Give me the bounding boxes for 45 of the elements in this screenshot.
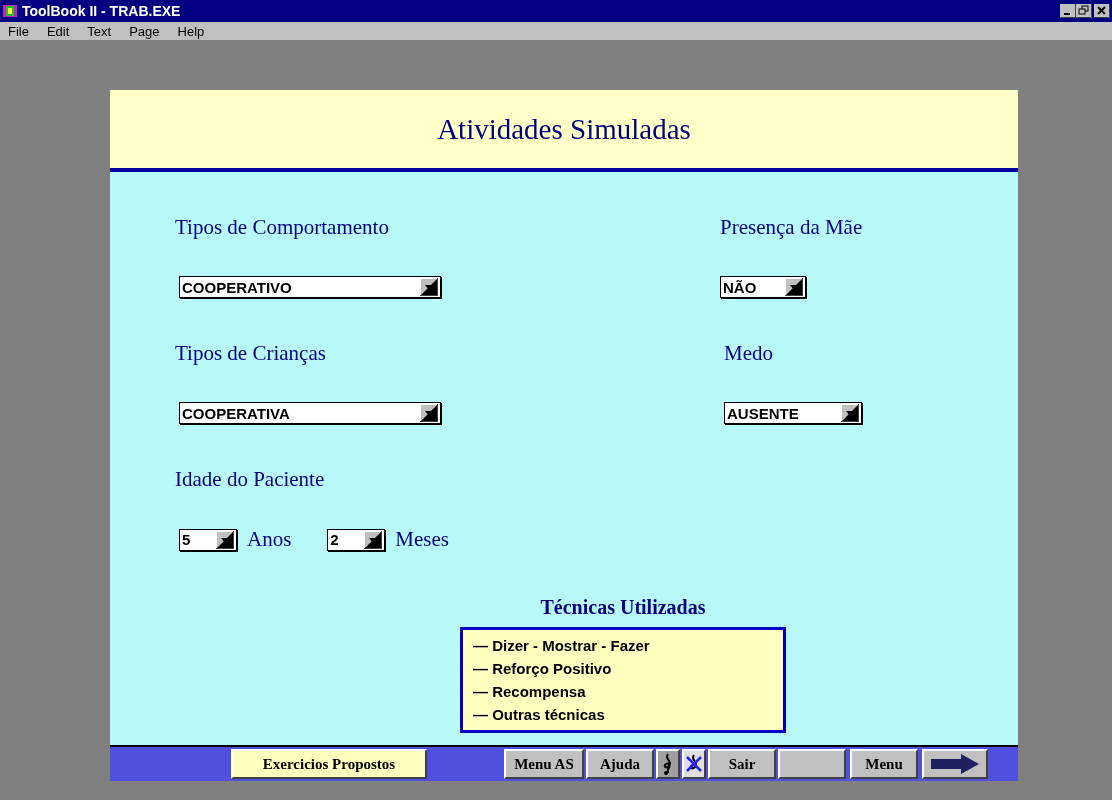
menu-item[interactable]: File bbox=[4, 23, 37, 39]
dropdown[interactable]: NÃO bbox=[720, 276, 806, 298]
dropdown[interactable]: 5 bbox=[179, 528, 237, 551]
field-label: Tipos de Comportamento bbox=[175, 214, 389, 241]
toolbar-button[interactable]: Menu AS bbox=[504, 749, 584, 779]
unit-label: Meses bbox=[395, 527, 449, 552]
exercises-button[interactable]: Exercicios Propostos bbox=[231, 749, 427, 779]
dropdown-arrow-icon[interactable] bbox=[216, 530, 234, 549]
section-title: Técnicas Utilizadas bbox=[540, 596, 706, 619]
dropdown[interactable]: AUSENTE bbox=[724, 402, 862, 424]
dropdown-arrow-icon[interactable] bbox=[364, 530, 383, 549]
dropdown[interactable]: 2 bbox=[327, 528, 386, 551]
menu-item[interactable]: Page bbox=[125, 23, 168, 39]
blank-button[interactable] bbox=[778, 749, 846, 779]
technique-item: — Recompensa bbox=[473, 682, 587, 702]
dropdown-arrow-icon[interactable] bbox=[420, 404, 438, 422]
sound-off-button[interactable] bbox=[682, 749, 706, 779]
page-title: Atividades Simuladas bbox=[437, 112, 691, 146]
app-icon bbox=[2, 3, 18, 19]
menu-item[interactable]: Text bbox=[83, 23, 120, 39]
dropdown-arrow-icon[interactable] bbox=[841, 404, 859, 422]
music-button[interactable] bbox=[656, 749, 680, 779]
toolbar-button[interactable]: Sair bbox=[708, 749, 776, 779]
dropdown-arrow-icon[interactable] bbox=[420, 278, 438, 296]
toolbar-button[interactable]: Menu bbox=[850, 749, 918, 779]
dropdown[interactable]: COOPERATIVA bbox=[179, 402, 441, 424]
technique-item: — Reforço Positivo bbox=[473, 659, 613, 679]
dropdown[interactable]: COOPERATIVO bbox=[179, 276, 441, 298]
window-title: ToolBook II - TRAB.EXE bbox=[22, 3, 181, 19]
unit-label: Anos bbox=[247, 527, 292, 552]
technique-item: — Outras técnicas bbox=[473, 705, 606, 725]
field-label: Tipos de Crianças bbox=[175, 340, 326, 367]
menu-item[interactable]: Edit bbox=[42, 23, 78, 39]
technique-item: — Dizer - Mostrar - Fazer bbox=[473, 636, 651, 656]
field-label: Presença da Mãe bbox=[720, 214, 863, 241]
next-button[interactable] bbox=[922, 749, 988, 779]
field-label: Idade do Paciente bbox=[175, 466, 325, 493]
minimize-icon[interactable] bbox=[1060, 4, 1076, 18]
right-arrow-icon bbox=[931, 754, 979, 774]
toolbar-button[interactable]: Ajuda bbox=[586, 749, 654, 779]
field-label: Medo bbox=[724, 340, 773, 367]
restore-icon[interactable] bbox=[1076, 4, 1092, 18]
dropdown-arrow-icon[interactable] bbox=[785, 278, 803, 296]
menu-item[interactable]: Help bbox=[173, 23, 213, 39]
close-icon[interactable] bbox=[1094, 4, 1110, 18]
